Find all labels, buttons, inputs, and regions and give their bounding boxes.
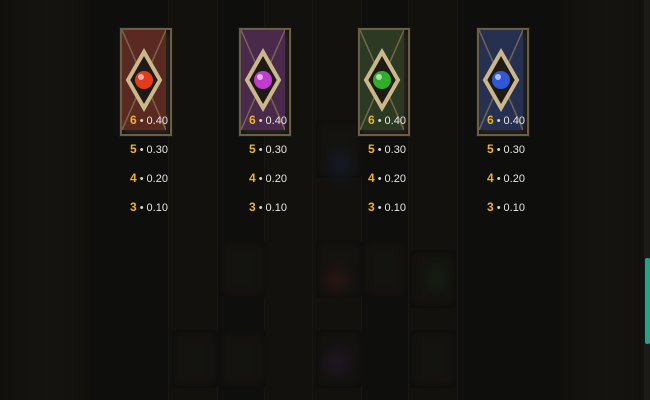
payout-value: 0.30 <box>265 144 287 156</box>
bullet-separator: • <box>139 144 144 156</box>
bullet-separator: • <box>139 173 144 185</box>
payout-value: 0.30 <box>384 144 406 156</box>
payout-value: 0.20 <box>265 173 287 185</box>
payout-count: 6 <box>130 113 137 127</box>
payout-value: 0.10 <box>503 202 525 214</box>
payout-row: 6 • 0.40 <box>130 113 168 129</box>
payout-row: 3 • 0.10 <box>487 200 525 216</box>
payout-row: 6 • 0.40 <box>249 113 287 129</box>
payout-row: 3 • 0.10 <box>249 200 287 216</box>
payout-value: 0.40 <box>503 115 525 127</box>
bullet-separator: • <box>139 202 144 214</box>
paytable: 6 • 0.40 5 • 0.30 4 • 0.20 3 • 0.10 6 • 0.40 5 • 0.30 4 • 0.… <box>0 0 650 400</box>
payout-count: 3 <box>249 200 256 214</box>
payout-value: 0.10 <box>265 202 287 214</box>
payout-value: 0.30 <box>146 144 168 156</box>
payout-row: 4 • 0.20 <box>249 171 287 187</box>
payout-value: 0.20 <box>503 173 525 185</box>
payout-value: 0.40 <box>146 115 168 127</box>
bullet-separator: • <box>258 173 263 185</box>
payout-value: 0.40 <box>384 115 406 127</box>
payout-count: 4 <box>249 171 256 185</box>
payout-row: 5 • 0.30 <box>487 142 525 158</box>
payout-count: 4 <box>130 171 137 185</box>
bullet-separator: • <box>496 173 501 185</box>
payout-row: 6 • 0.40 <box>368 113 406 129</box>
payout-row: 5 • 0.30 <box>130 142 168 158</box>
payout-row: 6 • 0.40 <box>487 113 525 129</box>
bullet-separator: • <box>139 115 144 127</box>
payout-value: 0.40 <box>265 115 287 127</box>
payout-count: 5 <box>130 142 137 156</box>
payout-count: 5 <box>487 142 494 156</box>
bullet-separator: • <box>496 202 501 214</box>
payout-row: 3 • 0.10 <box>130 200 168 216</box>
payout-count: 4 <box>487 171 494 185</box>
payout-row: 3 • 0.10 <box>368 200 406 216</box>
bullet-separator: • <box>258 144 263 156</box>
payout-count: 5 <box>249 142 256 156</box>
payout-value: 0.10 <box>146 202 168 214</box>
bullet-separator: • <box>377 144 382 156</box>
bullet-separator: • <box>377 173 382 185</box>
payout-count: 4 <box>368 171 375 185</box>
payout-value: 0.10 <box>384 202 406 214</box>
payout-count: 5 <box>368 142 375 156</box>
payout-row: 4 • 0.20 <box>487 171 525 187</box>
payout-value: 0.20 <box>146 173 168 185</box>
payout-row: 4 • 0.20 <box>368 171 406 187</box>
payout-count: 3 <box>368 200 375 214</box>
payout-count: 6 <box>487 113 494 127</box>
payout-row: 5 • 0.30 <box>249 142 287 158</box>
payout-count: 3 <box>130 200 137 214</box>
bullet-separator: • <box>258 202 263 214</box>
payout-row: 5 • 0.30 <box>368 142 406 158</box>
bullet-separator: • <box>258 115 263 127</box>
bullet-separator: • <box>496 115 501 127</box>
payout-row: 4 • 0.20 <box>130 171 168 187</box>
payout-count: 6 <box>249 113 256 127</box>
payout-value: 0.30 <box>503 144 525 156</box>
payout-value: 0.20 <box>384 173 406 185</box>
bullet-separator: • <box>377 115 382 127</box>
bullet-separator: • <box>496 144 501 156</box>
bullet-separator: • <box>377 202 382 214</box>
payout-count: 6 <box>368 113 375 127</box>
payout-count: 3 <box>487 200 494 214</box>
